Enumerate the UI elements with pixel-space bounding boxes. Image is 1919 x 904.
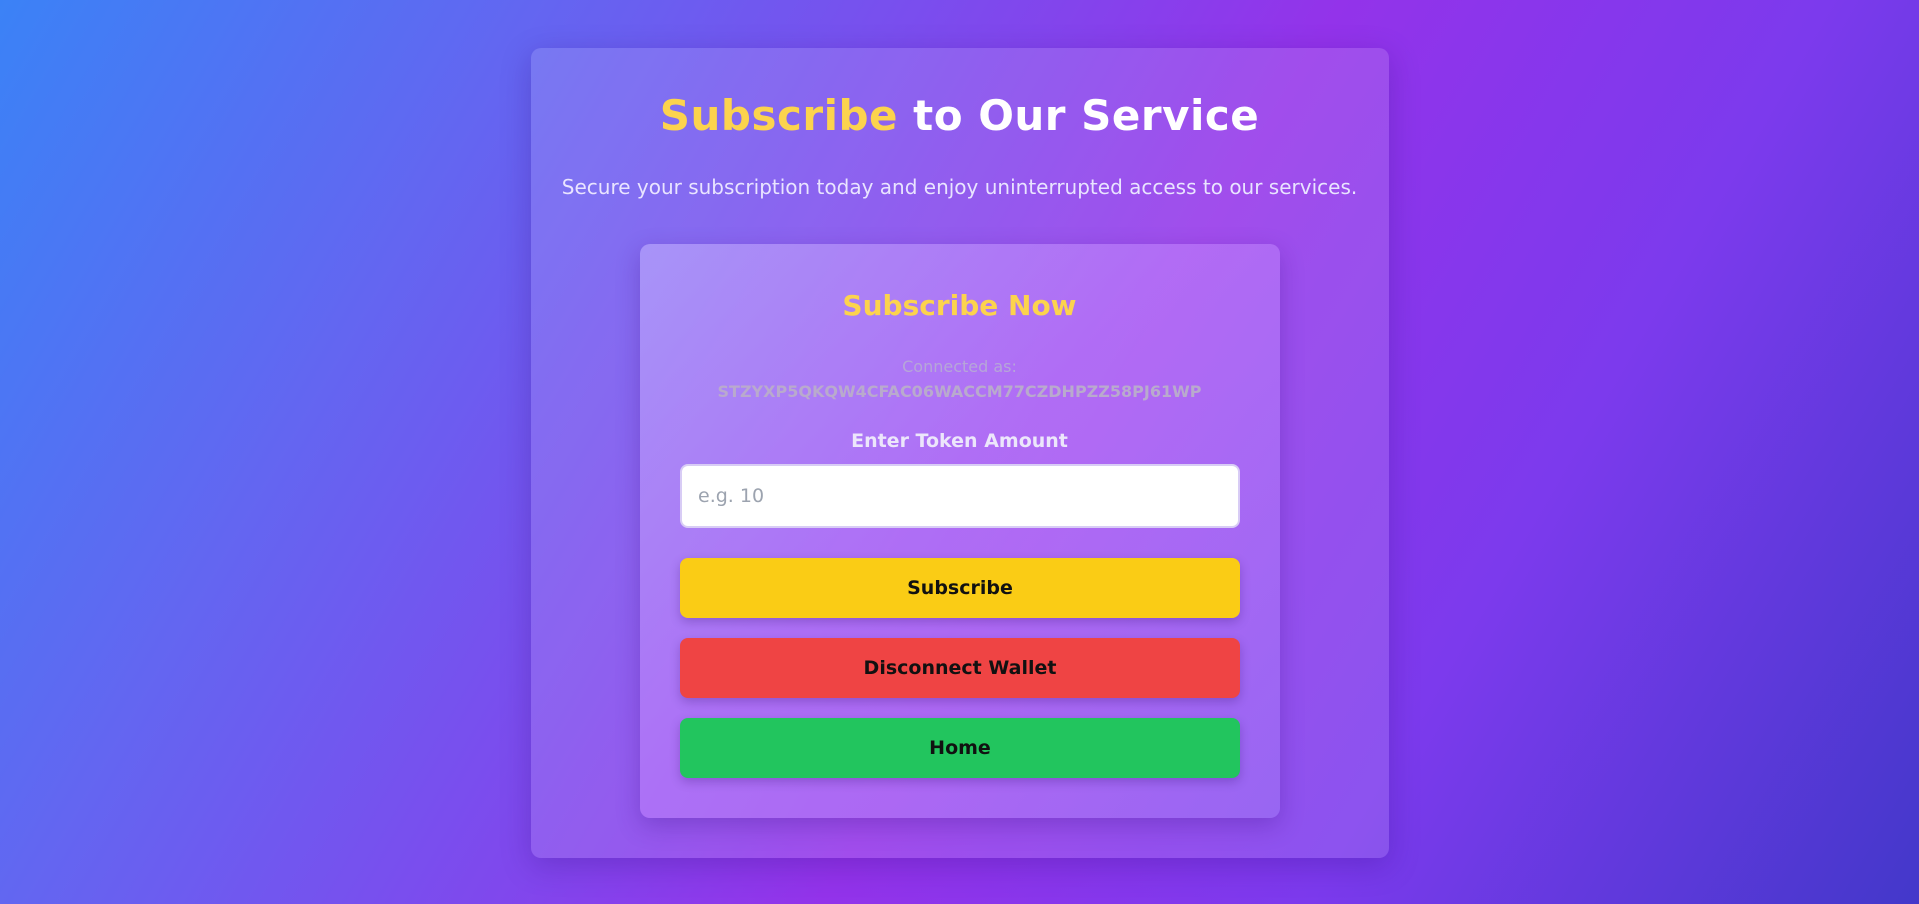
- token-amount-input[interactable]: [680, 464, 1240, 528]
- page-title-rest: to Our Service: [898, 91, 1260, 140]
- home-button[interactable]: Home: [680, 718, 1240, 778]
- wallet-address: STZYXP5QKQW4CFAC06WACCM77CZDHPZZ58PJ61WP: [717, 382, 1202, 401]
- page-subtitle: Secure your subscription today and enjoy…: [561, 175, 1358, 199]
- token-amount-label: Enter Token Amount: [851, 430, 1068, 452]
- connected-label: Connected as:: [902, 357, 1017, 376]
- subscribe-button[interactable]: Subscribe: [680, 558, 1240, 618]
- page-title-accent: Subscribe: [659, 91, 899, 140]
- form-title: Subscribe Now: [842, 289, 1077, 322]
- page-title: Subscribe to Our Service: [0, 86, 1919, 146]
- disconnect-wallet-button[interactable]: Disconnect Wallet: [680, 638, 1240, 698]
